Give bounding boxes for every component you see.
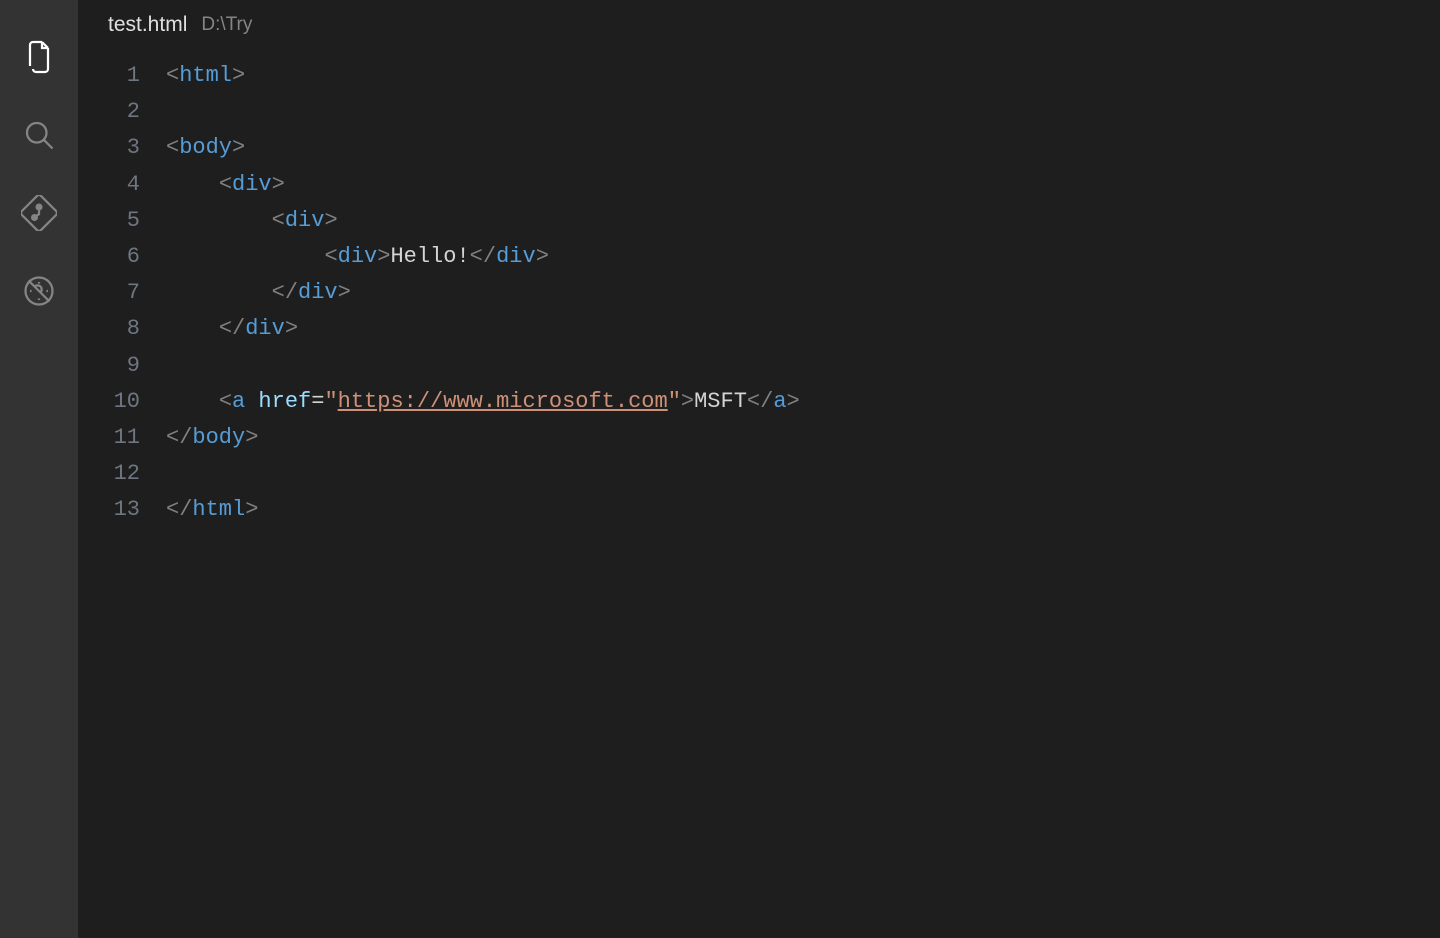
line-number: 12 [78, 456, 140, 492]
activity-bar [0, 0, 78, 938]
code-editor[interactable]: 12345678910111213 <html> <body> <div> <d… [78, 50, 1440, 938]
code-line[interactable]: </div> [166, 311, 1440, 347]
line-number: 4 [78, 167, 140, 203]
code-line[interactable] [166, 94, 1440, 130]
activity-explorer[interactable] [0, 20, 78, 98]
code-line[interactable]: </html> [166, 492, 1440, 528]
bug-off-icon [21, 273, 57, 314]
tab-path: D:\Try [201, 14, 252, 36]
line-number: 7 [78, 275, 140, 311]
activity-debug[interactable] [0, 254, 78, 332]
code-line[interactable] [166, 456, 1440, 492]
code-line[interactable]: <html> [166, 58, 1440, 94]
editor-area: test.html D:\Try 12345678910111213 <html… [78, 0, 1440, 938]
files-icon [21, 39, 57, 80]
code-line[interactable]: </div> [166, 275, 1440, 311]
line-number: 13 [78, 492, 140, 528]
activity-search[interactable] [0, 98, 78, 176]
line-number: 3 [78, 130, 140, 166]
line-number: 5 [78, 203, 140, 239]
line-number: 9 [78, 348, 140, 384]
code-line[interactable] [166, 348, 1440, 384]
line-number: 2 [78, 94, 140, 130]
line-number-gutter: 12345678910111213 [78, 58, 166, 938]
editor-tab[interactable]: test.html D:\Try [78, 0, 1440, 50]
line-number: 11 [78, 420, 140, 456]
line-number: 8 [78, 311, 140, 347]
line-number: 1 [78, 58, 140, 94]
line-number: 10 [78, 384, 140, 420]
activity-source-control[interactable] [0, 176, 78, 254]
code-content[interactable]: <html> <body> <div> <div> <div>Hello!</d… [166, 58, 1440, 938]
tab-filename: test.html [108, 13, 187, 37]
app-root: test.html D:\Try 12345678910111213 <html… [0, 0, 1440, 938]
code-line[interactable]: <body> [166, 130, 1440, 166]
code-line[interactable]: <div>Hello!</div> [166, 239, 1440, 275]
code-line[interactable]: <div> [166, 203, 1440, 239]
line-number: 6 [78, 239, 140, 275]
code-line[interactable]: </body> [166, 420, 1440, 456]
search-icon [21, 117, 57, 158]
code-line[interactable]: <div> [166, 167, 1440, 203]
code-line[interactable]: <a href="https://www.microsoft.com">MSFT… [166, 384, 1440, 420]
git-icon [21, 195, 57, 236]
